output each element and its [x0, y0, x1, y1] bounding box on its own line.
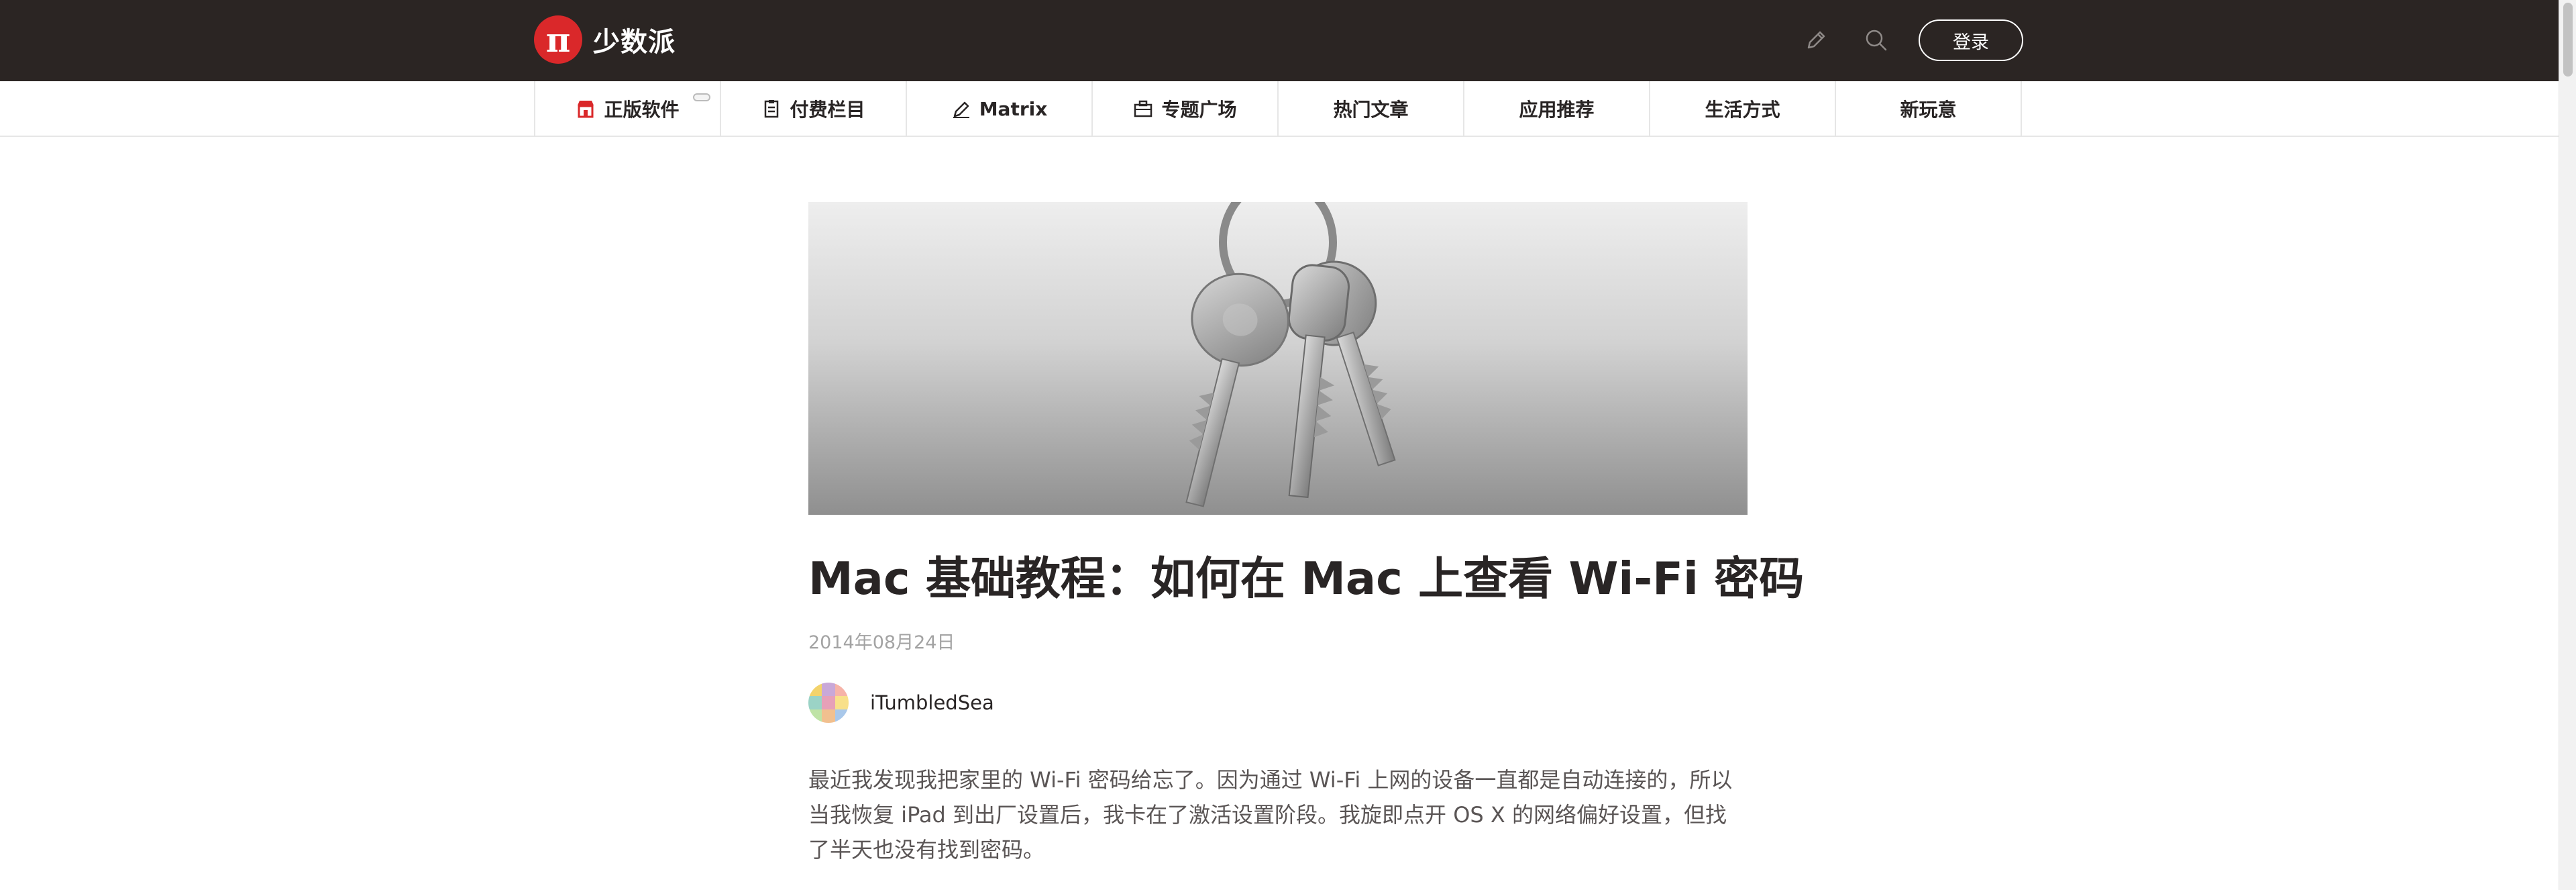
scrollbar-thumb[interactable]: [2563, 3, 2573, 77]
nav-item-paid-columns[interactable]: 付费栏目: [721, 81, 907, 136]
store-icon: [576, 99, 596, 119]
search-icon[interactable]: [1863, 27, 1890, 54]
nav-item-apps[interactable]: 应用推荐: [1464, 81, 1650, 136]
nav-label: 新玩意: [1900, 99, 1957, 121]
article-paragraph: 最近我发现我把家里的 Wi-Fi 密码给忘了。因为通过 Wi-Fi 上网的设备一…: [808, 767, 1733, 862]
main-nav: 正版软件 付费栏目 Matrix 专题广场 热门文章 应用推荐 生活方式 新玩意: [534, 81, 2022, 136]
clipboard-icon: [761, 99, 782, 119]
top-header: π 少数派 登录: [0, 0, 2559, 81]
vertical-scrollbar[interactable]: [2559, 0, 2576, 890]
nav-label: Matrix: [979, 97, 1048, 120]
keys-image: [1185, 202, 1396, 507]
nav-item-store[interactable]: 正版软件: [535, 81, 721, 136]
nav-item-matrix[interactable]: Matrix: [907, 81, 1093, 136]
article-hero-image: [808, 202, 1748, 515]
article-title: Mac 基础教程：如何在 Mac 上查看 Wi-Fi 密码: [808, 552, 1805, 605]
pi-logo-icon: π: [534, 15, 582, 64]
brand-name: 少数派: [593, 27, 676, 58]
pen-icon: [951, 99, 971, 119]
author-name: iTumbledSea: [870, 691, 994, 714]
nav-item-lifestyle[interactable]: 生活方式: [1650, 81, 1836, 136]
avatar: [808, 683, 849, 723]
briefcase-icon: [1133, 99, 1153, 119]
brand-logo-link[interactable]: π 少数派: [534, 15, 676, 64]
login-button[interactable]: 登录: [1919, 19, 2023, 61]
new-badge: [693, 93, 710, 101]
nav-item-topics[interactable]: 专题广场: [1093, 81, 1279, 136]
nav-label: 正版软件: [604, 99, 680, 121]
nav-item-gadgets[interactable]: 新玩意: [1836, 81, 2022, 136]
nav-label: 付费栏目: [790, 99, 865, 121]
nav-item-hot[interactable]: 热门文章: [1279, 81, 1464, 136]
nav-label: 热门文章: [1333, 99, 1409, 121]
pencil-icon[interactable]: [1803, 27, 1829, 54]
article-date: 2014年08月24日: [808, 632, 955, 653]
author-link[interactable]: iTumbledSea: [808, 683, 994, 723]
nav-divider: [0, 136, 2559, 137]
nav-label: 生活方式: [1705, 99, 1780, 121]
nav-label: 应用推荐: [1519, 99, 1595, 121]
nav-label: 专题广场: [1161, 99, 1237, 121]
